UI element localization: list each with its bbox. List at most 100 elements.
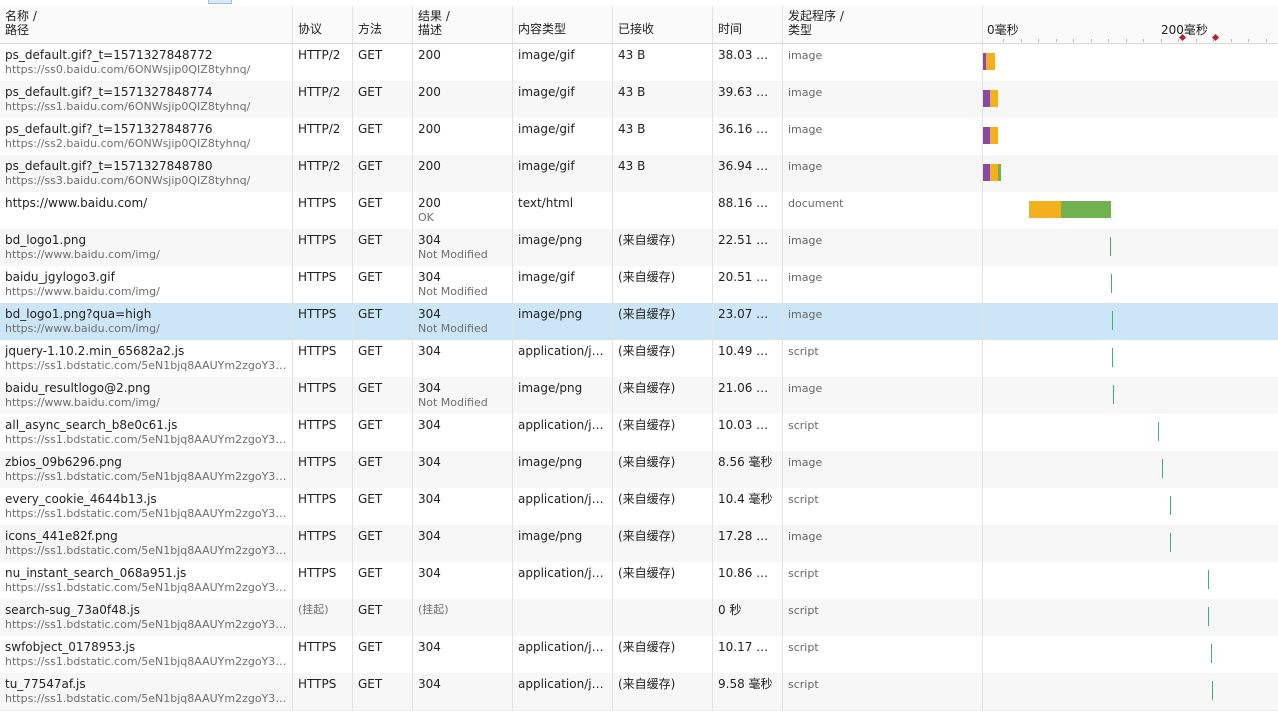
timeline-cell xyxy=(983,488,1278,525)
request-row[interactable]: icons_441e82f.png https://ss1.bdstatic.co… xyxy=(0,525,1278,563)
request-row[interactable]: zbios_09b6296.png https://ss1.bdstatic.co… xyxy=(0,451,1278,489)
request-row[interactable]: nu_instant_search_068a951.js https://ss1.… xyxy=(0,562,1278,600)
status-subtext: OK xyxy=(418,211,434,224)
request-row[interactable]: jquery-1.10.2.min_65682a2.js https://ss1.… xyxy=(0,340,1278,378)
request-row[interactable]: baidu_jgylogo3.gif https://www.baidu.com/… xyxy=(0,266,1278,304)
initiator-cell: image xyxy=(783,266,983,303)
duration-text: 10.03 毫秒 xyxy=(718,418,777,432)
request-name-subtext: https://ss1.bdstatic.com/5eN1bjq8AAUYm2z… xyxy=(5,581,287,594)
timing-bar[interactable] xyxy=(1158,422,1159,441)
status-text: 304 xyxy=(418,381,441,395)
timing-bar[interactable] xyxy=(1111,274,1112,293)
protocol-text: HTTPS xyxy=(298,677,337,691)
timing-bar[interactable] xyxy=(1170,533,1171,552)
content-type-cell: application/javascript xyxy=(513,340,613,377)
timeline-tick xyxy=(1021,39,1022,42)
received-text: (来自缓存) xyxy=(618,455,676,469)
timing-segment-purple xyxy=(983,90,990,107)
status-cell: 304 Not Modified xyxy=(413,377,513,414)
request-row[interactable]: tu_77547af.js https://ss1.bdstatic.com/5e… xyxy=(0,673,1278,711)
request-row[interactable]: bd_logo1.png https://www.baidu.com/img/HT… xyxy=(0,229,1278,267)
request-row[interactable]: ps_default.gif?_t=1571327848774 https://s… xyxy=(0,81,1278,119)
status-subtext: Not Modified xyxy=(418,396,488,409)
protocol-cell: HTTPS xyxy=(293,636,353,673)
timeline-tick xyxy=(1161,39,1162,42)
column-header-protocol[interactable]: 协议 xyxy=(293,6,353,43)
overview-selection-handle[interactable] xyxy=(208,0,232,4)
request-name-text: ps_default.gif?_t=1571327848776 xyxy=(5,122,213,136)
content-type-cell: image/gif xyxy=(513,155,613,192)
duration-text: 38.03 毫秒 xyxy=(718,48,777,62)
request-name-text: icons_441e82f.png xyxy=(5,529,118,543)
request-name-text: baidu_jgylogo3.gif xyxy=(5,270,115,284)
timing-bar[interactable] xyxy=(1162,459,1163,478)
protocol-cell: HTTPS xyxy=(293,451,353,488)
received-text: 43 B xyxy=(618,85,646,99)
method-text: GET xyxy=(358,381,383,395)
received-cell: (来自缓存) xyxy=(613,377,713,414)
received-cell: (来自缓存) xyxy=(613,229,713,266)
status-cell: 304 xyxy=(413,562,513,599)
status-text: 200 xyxy=(418,122,441,136)
request-row[interactable]: baidu_resultlogo@2.png https://www.baidu.… xyxy=(0,377,1278,415)
timeline-cell xyxy=(983,192,1278,229)
column-header-time[interactable]: 时间 xyxy=(713,6,783,43)
request-name-subtext: https://ss1.bdstatic.com/5eN1bjq8AAUYm2z… xyxy=(5,359,287,372)
column-header-method[interactable]: 方法 xyxy=(353,6,413,43)
timing-bar[interactable] xyxy=(1110,237,1111,256)
duration-text: 36.94 毫秒 xyxy=(718,159,777,173)
timing-bar[interactable] xyxy=(1211,644,1212,663)
initiator-type-text: image xyxy=(788,123,823,136)
request-row[interactable]: https://www.baidu.com/HTTPS GET 200 OK text/… xyxy=(0,192,1278,230)
timeline-tick xyxy=(1143,39,1144,42)
protocol-cell: HTTPS xyxy=(293,377,353,414)
timing-bar[interactable] xyxy=(1113,385,1114,404)
received-cell: (来自缓存) xyxy=(613,673,713,710)
column-header-result[interactable]: 结果 / 描述 xyxy=(413,6,513,43)
content-type-text: image/png xyxy=(518,455,583,469)
timing-bar[interactable] xyxy=(1112,348,1113,367)
status-cell: 200 xyxy=(413,44,513,81)
initiator-type-text: script xyxy=(788,604,819,617)
received-cell: (来自缓存) xyxy=(613,636,713,673)
timing-bar[interactable] xyxy=(1208,570,1209,589)
timing-bar[interactable] xyxy=(1112,311,1113,330)
timing-bar[interactable] xyxy=(1208,607,1209,626)
status-text: 200 xyxy=(418,48,441,62)
request-row[interactable]: every_cookie_4644b13.js https://ss1.bdsta… xyxy=(0,488,1278,526)
request-row[interactable]: bd_logo1.png?qua=high https://www.baidu.c… xyxy=(0,303,1278,341)
status-text: (挂起) xyxy=(418,603,449,616)
initiator-type-text: image xyxy=(788,456,823,469)
status-text: 200 xyxy=(418,85,441,99)
request-row[interactable]: ps_default.gif?_t=1571327848780 https://s… xyxy=(0,155,1278,193)
column-header-content-type[interactable]: 内容类型 xyxy=(513,6,613,43)
initiator-type-text: image xyxy=(788,530,823,543)
timing-bar[interactable] xyxy=(1212,681,1213,700)
timing-bar[interactable] xyxy=(1170,496,1171,515)
request-row[interactable]: search-sug_73a0f48.js https://ss1.bdstati… xyxy=(0,599,1278,637)
status-text: 304 xyxy=(418,492,441,506)
request-name-subtext: https://www.baidu.com/img/ xyxy=(5,248,160,261)
status-text: 200 xyxy=(418,196,441,210)
request-name-text: ps_default.gif?_t=1571327848772 xyxy=(5,48,213,62)
column-header-timeline[interactable]: 0毫秒 200毫秒 xyxy=(983,6,1278,43)
column-header-initiator[interactable]: 发起程序 / 类型 xyxy=(783,6,983,43)
request-row[interactable]: ps_default.gif?_t=1571327848772 https://s… xyxy=(0,44,1278,82)
request-name-subtext: https://www.baidu.com/img/ xyxy=(5,322,160,335)
content-type-text: image/png xyxy=(518,307,583,321)
content-type-text: image/gif xyxy=(518,85,575,99)
timeline-cell xyxy=(983,44,1278,81)
request-name-subtext: https://ss1.baidu.com/6ONWsjip0QIZ8tyhnq… xyxy=(5,100,251,113)
method-text: GET xyxy=(358,566,383,580)
request-row[interactable]: all_async_search_b8e0c61.js https://ss1.b… xyxy=(0,414,1278,452)
status-subtext: Not Modified xyxy=(418,322,488,335)
request-name-text: bd_logo1.png?qua=high xyxy=(5,307,152,321)
request-row[interactable]: ps_default.gif?_t=1571327848776 https://s… xyxy=(0,118,1278,156)
column-header-received[interactable]: 已接收 xyxy=(613,6,713,43)
column-header-name[interactable]: 名称 / 路径 xyxy=(0,6,293,43)
request-row[interactable]: swfobject_0178953.js https://ss1.bdstatic… xyxy=(0,636,1278,674)
method-cell: GET xyxy=(353,303,413,340)
request-name-cell: tu_77547af.js https://ss1.bdstatic.com/5e… xyxy=(0,673,293,710)
duration-cell: 17.28 毫秒 xyxy=(713,525,783,562)
initiator-cell: image xyxy=(783,118,983,155)
